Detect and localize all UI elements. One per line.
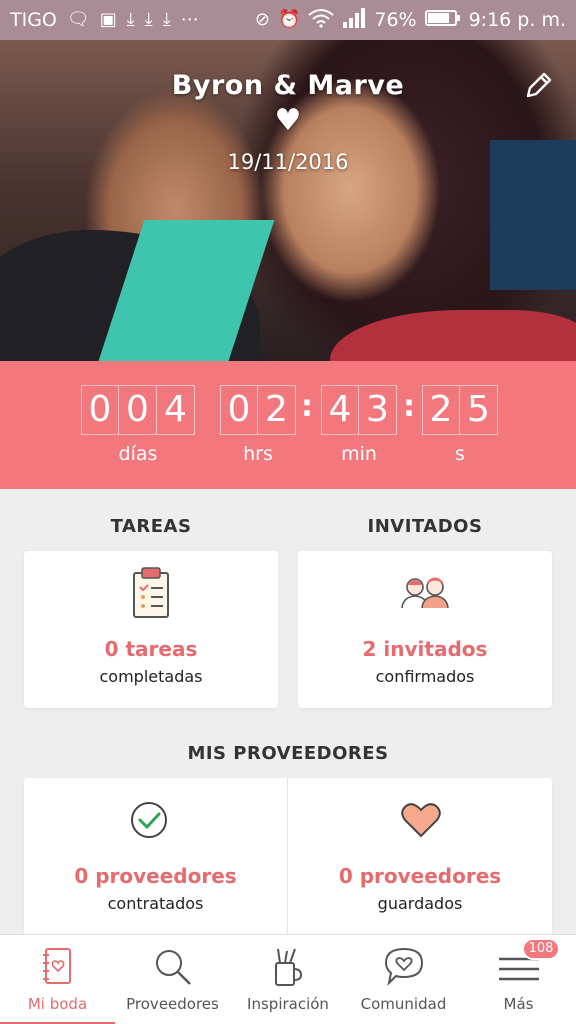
nav-proveedores[interactable]: Proveedores [115,935,230,1024]
tasks-card[interactable]: 0 tareas completadas [24,551,278,708]
hours-label: hrs [243,443,273,465]
countdown-hours: 0 2 [220,385,296,435]
couple-names: Byron & Marve [171,70,405,101]
countdown-days: 0 0 4 [81,385,195,435]
nav-label: Más [503,995,534,1013]
download-icon: ⤓ [162,9,171,30]
carrier-label: TIGO [10,9,57,31]
nav-label: Proveedores [126,995,219,1013]
vendors-divider [287,778,288,934]
clock: 9:16 p. m. [468,9,566,31]
status-right: ⊘ ⏰ 76% 9:16 p. m. [255,8,566,32]
wedding-date: 19/11/2016 [227,150,349,174]
notebook-icon [43,948,71,984]
guests-subtitle: confirmados [375,667,475,686]
nav-inspiracion[interactable]: Inspiración [230,935,346,1024]
countdown-digit: 0 [119,385,157,435]
image-icon: ▣ [99,9,117,30]
guests-count: 2 invitados [362,637,488,661]
countdown-digit: 0 [81,385,119,435]
battery-icon [424,9,461,31]
countdown-digit: 2 [258,385,296,435]
search-icon [156,950,191,985]
check-circle-icon [129,800,169,844]
countdown-digit: 3 [359,385,397,435]
hired-vendors-panel[interactable]: 0 proveedores contratados [24,778,287,938]
notification-badge: 108 [522,938,560,960]
saved-vendors-panel[interactable]: 0 proveedores guardados [288,778,552,938]
nav-mi-boda[interactable]: Mi boda [0,935,115,1024]
more-notifications-icon: ⋯ [180,9,199,30]
saved-vendors-subtitle: guardados [377,894,463,913]
signal-icon [342,8,366,32]
countdown-digit: 4 [321,385,359,435]
vendors-card: 0 proveedores contratados 0 proveedores … [24,778,552,938]
countdown-digit: 0 [220,385,258,435]
chat-heart-icon [384,947,424,987]
mute-icon: ⊘ [254,9,270,30]
countdown-seconds: 2 5 [422,385,498,435]
countdown-minutes: 4 3 [321,385,397,435]
saved-vendors-count: 0 proveedores [338,864,502,888]
guests-couple-icon [399,575,451,613]
nav-label: Inspiración [247,995,329,1013]
countdown-digit: 4 [157,385,195,435]
alarm-icon: ⏰ [277,9,301,30]
hired-vendors-count: 0 proveedores [74,864,237,888]
heart-icon: ♥ [274,103,302,138]
bottom-navigation: Mi boda Proveedores Inspiración Comunida… [0,934,576,1024]
nav-label: Comunidad [360,995,447,1013]
hired-vendors-subtitle: contratados [107,894,204,913]
nav-label: Mi boda [27,995,88,1013]
battery-percent: 76% [374,9,417,31]
days-label: días [118,443,158,465]
wedding-countdown: 0 0 4 0 2 : 4 3 : 2 5 días hrs min s [0,361,576,489]
tasks-subtitle: completadas [99,667,203,686]
guests-section-title: INVITADOS [367,516,483,537]
download-icon: ⤓ [126,9,135,30]
status-bar: TIGO 🗨 ▣ ⤓ ⤓ ⤓ ⋯ ⊘ ⏰ 76% 9:16 p. m. [0,0,576,40]
colon-separator: : [403,389,415,424]
edit-pencil-icon[interactable] [520,68,556,104]
download-icon: ⤓ [144,9,153,30]
minutes-label: min [341,443,377,465]
heart-icon [401,802,441,842]
tools-cup-icon [275,948,303,986]
status-left: TIGO 🗨 ▣ ⤓ ⤓ ⤓ ⋯ [10,9,199,31]
countdown-digit: 5 [460,385,498,435]
colon-separator: : [301,389,313,424]
photo-dress [330,310,576,361]
tasks-section-title: TAREAS [110,516,192,537]
vendors-section-title: MIS PROVEEDORES [187,743,389,764]
wifi-icon [308,8,334,32]
app-screen: TIGO 🗨 ▣ ⤓ ⤓ ⤓ ⋯ ⊘ ⏰ 76% 9:16 p. m. Byro… [0,0,576,1024]
seconds-label: s [455,443,465,465]
guests-card[interactable]: 2 invitados confirmados [298,551,552,708]
tasks-count: 0 tareas [104,637,198,661]
nav-comunidad[interactable]: Comunidad [346,935,461,1024]
countdown-digit: 2 [422,385,460,435]
clipboard-checklist-icon [131,565,171,623]
couple-photo: Byron & Marve ♥ 19/11/2016 [0,40,576,361]
chat-bubble-icon: 🗨 [66,9,90,30]
